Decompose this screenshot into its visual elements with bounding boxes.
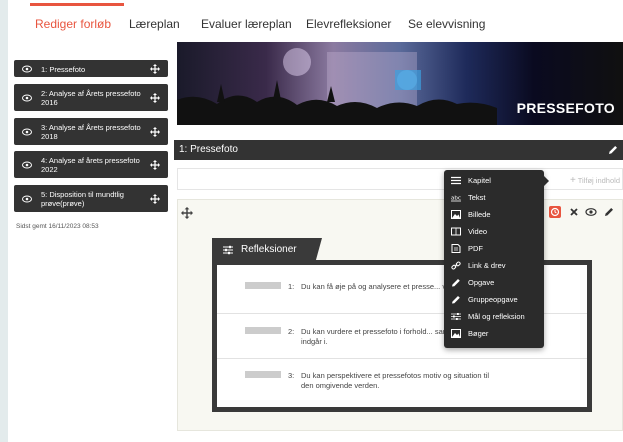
- menu-item-label: Link & drev: [468, 261, 506, 270]
- sidebar-item-3[interactable]: 3: Analyse af Årets pressefoto 2018: [14, 118, 168, 145]
- tab-laereplan[interactable]: Læreplan: [129, 17, 180, 31]
- tab-bar: Rediger forløb Læreplan Evaluer læreplan…: [8, 0, 623, 42]
- reflections-header: Refleksioner: [212, 238, 322, 262]
- tab-rediger-forloeb[interactable]: Rediger forløb: [35, 17, 111, 31]
- plus-icon: +: [569, 175, 576, 186]
- menu-item-video[interactable]: Video: [444, 223, 544, 240]
- sidebar-item-2[interactable]: 2: Analyse af Årets pressefoto 2016: [14, 84, 168, 111]
- reflection-number: 1:: [288, 282, 295, 291]
- add-content-label: Tilføj indhold: [577, 176, 620, 185]
- sidebar-item-label: 5: Disposition til mundtlig prøve(prøve): [41, 190, 124, 208]
- reflection-number: 2:: [288, 327, 295, 336]
- reflection-number: 3:: [288, 371, 295, 380]
- pencil-icon: [452, 279, 460, 287]
- history-icon[interactable]: [549, 206, 561, 218]
- sidebar-item-label: 1: Pressefoto: [41, 65, 86, 74]
- reflections-title: Refleksioner: [241, 244, 297, 255]
- menu-item-kapitel[interactable]: Kapitel: [444, 172, 544, 189]
- menu-item-tekst[interactable]: abc Tekst: [444, 189, 544, 206]
- tab-se-elevvisning[interactable]: Se elevvisning: [408, 17, 485, 31]
- banner-title: PRESSEFOTO: [516, 100, 615, 116]
- menu-lines-icon: [451, 176, 461, 185]
- eye-icon[interactable]: [22, 94, 32, 101]
- close-icon[interactable]: [568, 206, 580, 218]
- image-icon: [451, 210, 461, 219]
- menu-item-billede[interactable]: Billede: [444, 206, 544, 223]
- menu-item-label: Gruppeopgave: [468, 295, 518, 304]
- reflection-level-bar: [245, 327, 281, 334]
- reflection-level-bar: [245, 282, 281, 289]
- sidebar-item-label: 2: Analyse af Årets pressefoto 2016: [41, 89, 141, 107]
- tab-elevrefleksioner[interactable]: Elevrefleksioner: [306, 17, 391, 31]
- menu-item-label: Kapitel: [468, 176, 491, 185]
- menu-item-pdf[interactable]: PDF: [444, 240, 544, 257]
- add-content-row: + Tilføj indhold: [177, 168, 623, 190]
- menu-item-label: Opgave: [468, 278, 495, 287]
- menu-item-boeger[interactable]: Bøger: [444, 325, 544, 342]
- sliders-icon: [223, 245, 233, 255]
- menu-item-gruppeopgave[interactable]: Gruppeopgave: [444, 291, 544, 308]
- sidebar-item-label: 4: Analyse af årets pressefoto 2022: [41, 156, 140, 174]
- book-icon: [451, 329, 461, 338]
- last-saved-text: Sidst gemt 16/11/2023 08:53: [16, 223, 99, 230]
- menu-item-link-drev[interactable]: Link & drev: [444, 257, 544, 274]
- active-tab-indicator: [30, 3, 124, 6]
- tab-evaluer-laereplan[interactable]: Evaluer læreplan: [201, 17, 292, 31]
- insert-content-menu: Kapitel abc Tekst Billede Video PDF Link…: [444, 170, 549, 348]
- pdf-icon: [451, 244, 461, 253]
- eye-icon[interactable]: [22, 161, 32, 168]
- sliders-icon: [451, 313, 461, 320]
- eye-icon[interactable]: [585, 206, 597, 218]
- menu-item-opgave[interactable]: Opgave: [444, 274, 544, 291]
- move-icon[interactable]: [150, 63, 160, 74]
- move-icon[interactable]: [150, 193, 160, 204]
- reflection-level-bar: [245, 371, 281, 378]
- move-icon[interactable]: [150, 126, 160, 137]
- menu-item-label: Tekst: [468, 193, 486, 202]
- sidebar-item-5[interactable]: 5: Disposition til mundtlig prøve(prøve): [14, 185, 168, 212]
- move-icon[interactable]: [150, 92, 160, 103]
- sidebar-item-1[interactable]: 1: Pressefoto: [14, 60, 168, 77]
- eye-icon[interactable]: [22, 195, 32, 202]
- chapter-title-bar: 1: Pressefoto: [174, 140, 623, 160]
- pencil-icon: [452, 296, 460, 304]
- eye-icon[interactable]: [22, 128, 32, 135]
- eye-icon[interactable]: [22, 65, 32, 72]
- video-icon: [451, 227, 461, 236]
- pencil-icon[interactable]: [607, 144, 619, 156]
- reflection-text: Du kan perspektivere et pressefotos moti…: [301, 371, 490, 390]
- add-content-button[interactable]: + Tilføj indhold: [570, 175, 620, 186]
- menu-item-label: Mål og refleksion: [468, 312, 525, 321]
- menu-item-label: PDF: [468, 244, 483, 253]
- link-icon: [451, 261, 461, 270]
- text-abc-icon: abc: [451, 196, 461, 202]
- pencil-icon[interactable]: [603, 206, 615, 218]
- divider: [217, 358, 587, 359]
- sidebar-item-label: 3: Analyse af Årets pressefoto 2018: [41, 123, 141, 141]
- sidebar-item-4[interactable]: 4: Analyse af årets pressefoto 2022: [14, 151, 168, 178]
- menu-item-label: Bøger: [468, 329, 489, 338]
- menu-item-label: Video: [468, 227, 488, 236]
- chapter-title: 1: Pressefoto: [179, 144, 238, 155]
- menu-item-label: Billede: [468, 210, 491, 219]
- menu-item-maal-refleksion[interactable]: Mål og refleksion: [444, 308, 544, 325]
- chapter-banner-image: PRESSEFOTO: [177, 42, 623, 125]
- move-icon[interactable]: [150, 159, 160, 170]
- move-icon[interactable]: [181, 207, 193, 219]
